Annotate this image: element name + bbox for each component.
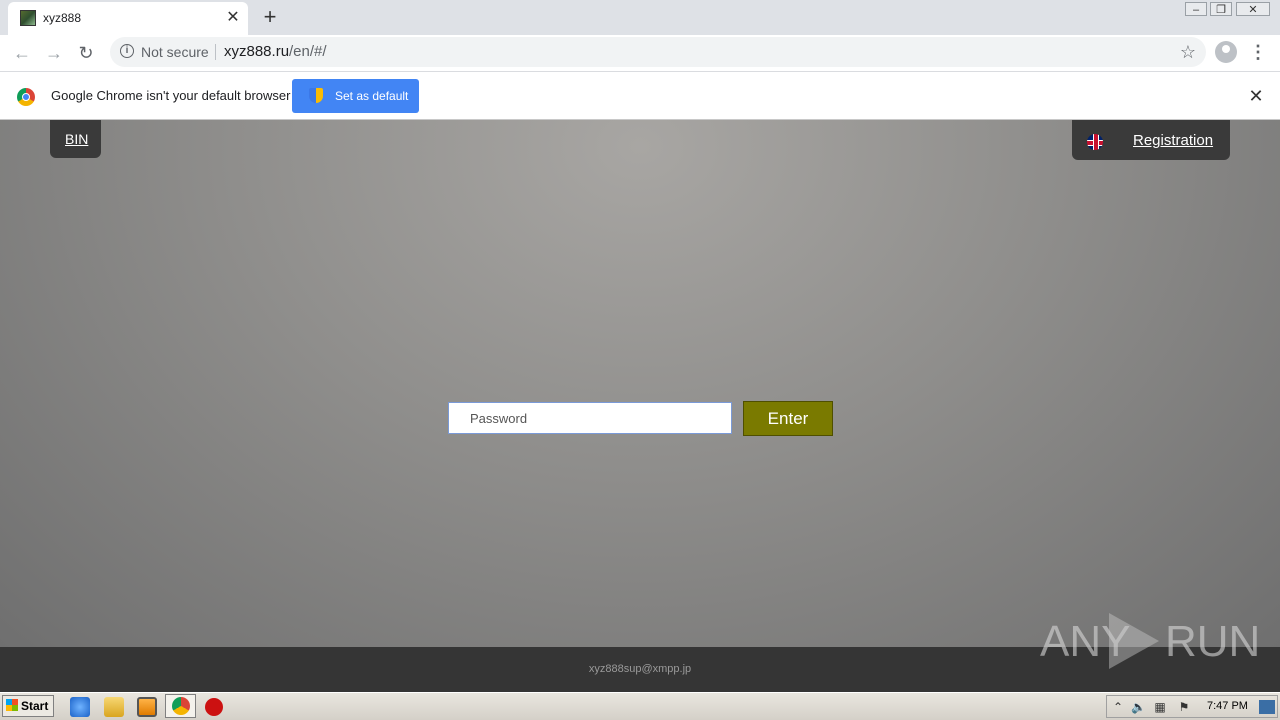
set-as-default-label: Set as default: [335, 89, 409, 103]
infobar-close-icon[interactable]: ✕: [1246, 86, 1266, 106]
back-icon[interactable]: ←: [10, 41, 34, 65]
address-bar[interactable]: i Not secure xyz888.ru /en/#/ ☆: [110, 37, 1206, 67]
enter-button[interactable]: Enter: [743, 401, 833, 436]
media-player-icon[interactable]: [137, 697, 157, 717]
chrome-logo-icon: [17, 88, 35, 106]
clock[interactable]: 7:47 PM: [1207, 700, 1248, 712]
system-tray: ⌃ 🔈 ▦ ⚑ 7:47 PM: [1106, 695, 1278, 718]
omnibox-divider: [215, 44, 216, 60]
url-host[interactable]: xyz888.ru: [224, 43, 289, 60]
registration-tab: Registration: [1072, 120, 1230, 160]
default-browser-infobar: Google Chrome isn't your default browser…: [0, 71, 1280, 120]
tab-close-icon[interactable]: ✕: [224, 7, 242, 29]
url-path[interactable]: /en/#/: [289, 43, 327, 60]
uac-shield-icon: [309, 88, 323, 103]
bin-tab: BIN: [50, 120, 101, 158]
show-desktop-icon[interactable]: [1259, 700, 1275, 714]
new-tab-icon[interactable]: +: [258, 4, 282, 30]
registration-link[interactable]: Registration: [1133, 132, 1213, 149]
chrome-icon: [172, 697, 190, 715]
password-input[interactable]: [448, 402, 732, 434]
profile-avatar-icon[interactable]: [1215, 41, 1237, 63]
page-content: BIN Registration Enter: [0, 120, 1280, 647]
windows-taskbar: Start ⌃ 🔈 ▦ ⚑ 7:47 PM: [0, 692, 1280, 720]
favicon-icon: [20, 10, 36, 26]
bin-link[interactable]: BIN: [65, 131, 88, 147]
infobar-message: Google Chrome isn't your default browser: [51, 88, 291, 103]
show-hidden-icons-icon[interactable]: ⌃: [1111, 700, 1125, 714]
bookmark-star-icon[interactable]: ☆: [1176, 40, 1200, 64]
taskbar-chrome-button[interactable]: [165, 694, 196, 718]
uk-flag-icon[interactable]: [1087, 134, 1103, 150]
tab-title: xyz888: [43, 11, 82, 25]
watermark-run: RUN: [1165, 617, 1261, 666]
action-center-flag-icon[interactable]: ⚑: [1177, 700, 1191, 714]
network-icon[interactable]: ▦: [1153, 700, 1167, 714]
windows-logo-icon: [6, 699, 18, 711]
security-label[interactable]: Not secure: [141, 44, 209, 60]
start-button[interactable]: Start: [2, 695, 54, 717]
browser-toolbar: ← → ↻ i Not secure xyz888.ru /en/#/ ☆: [0, 35, 1280, 71]
browser-tab[interactable]: xyz888 ✕: [8, 2, 248, 35]
chrome-menu-icon[interactable]: ⋮: [1248, 41, 1268, 63]
volume-icon[interactable]: 🔈: [1131, 700, 1146, 714]
file-explorer-icon[interactable]: [104, 697, 124, 717]
tab-strip: xyz888 ✕ + – ❐ ✕: [0, 0, 1280, 35]
restore-icon[interactable]: ❐: [1210, 2, 1232, 16]
reload-icon[interactable]: ↻: [74, 41, 98, 65]
window-close-icon[interactable]: ✕: [1236, 2, 1270, 16]
page-footer: xyz888sup@xmpp.jp ANY RUN: [0, 613, 1280, 692]
start-label: Start: [21, 699, 49, 713]
forward-icon[interactable]: →: [42, 41, 66, 65]
minimize-icon[interactable]: –: [1185, 2, 1207, 16]
internet-explorer-icon[interactable]: [70, 697, 90, 717]
set-as-default-button[interactable]: Set as default: [292, 79, 419, 113]
stop-icon[interactable]: [205, 698, 223, 716]
info-icon[interactable]: i: [120, 44, 134, 58]
anyrun-play-logo-icon: [1109, 613, 1159, 669]
